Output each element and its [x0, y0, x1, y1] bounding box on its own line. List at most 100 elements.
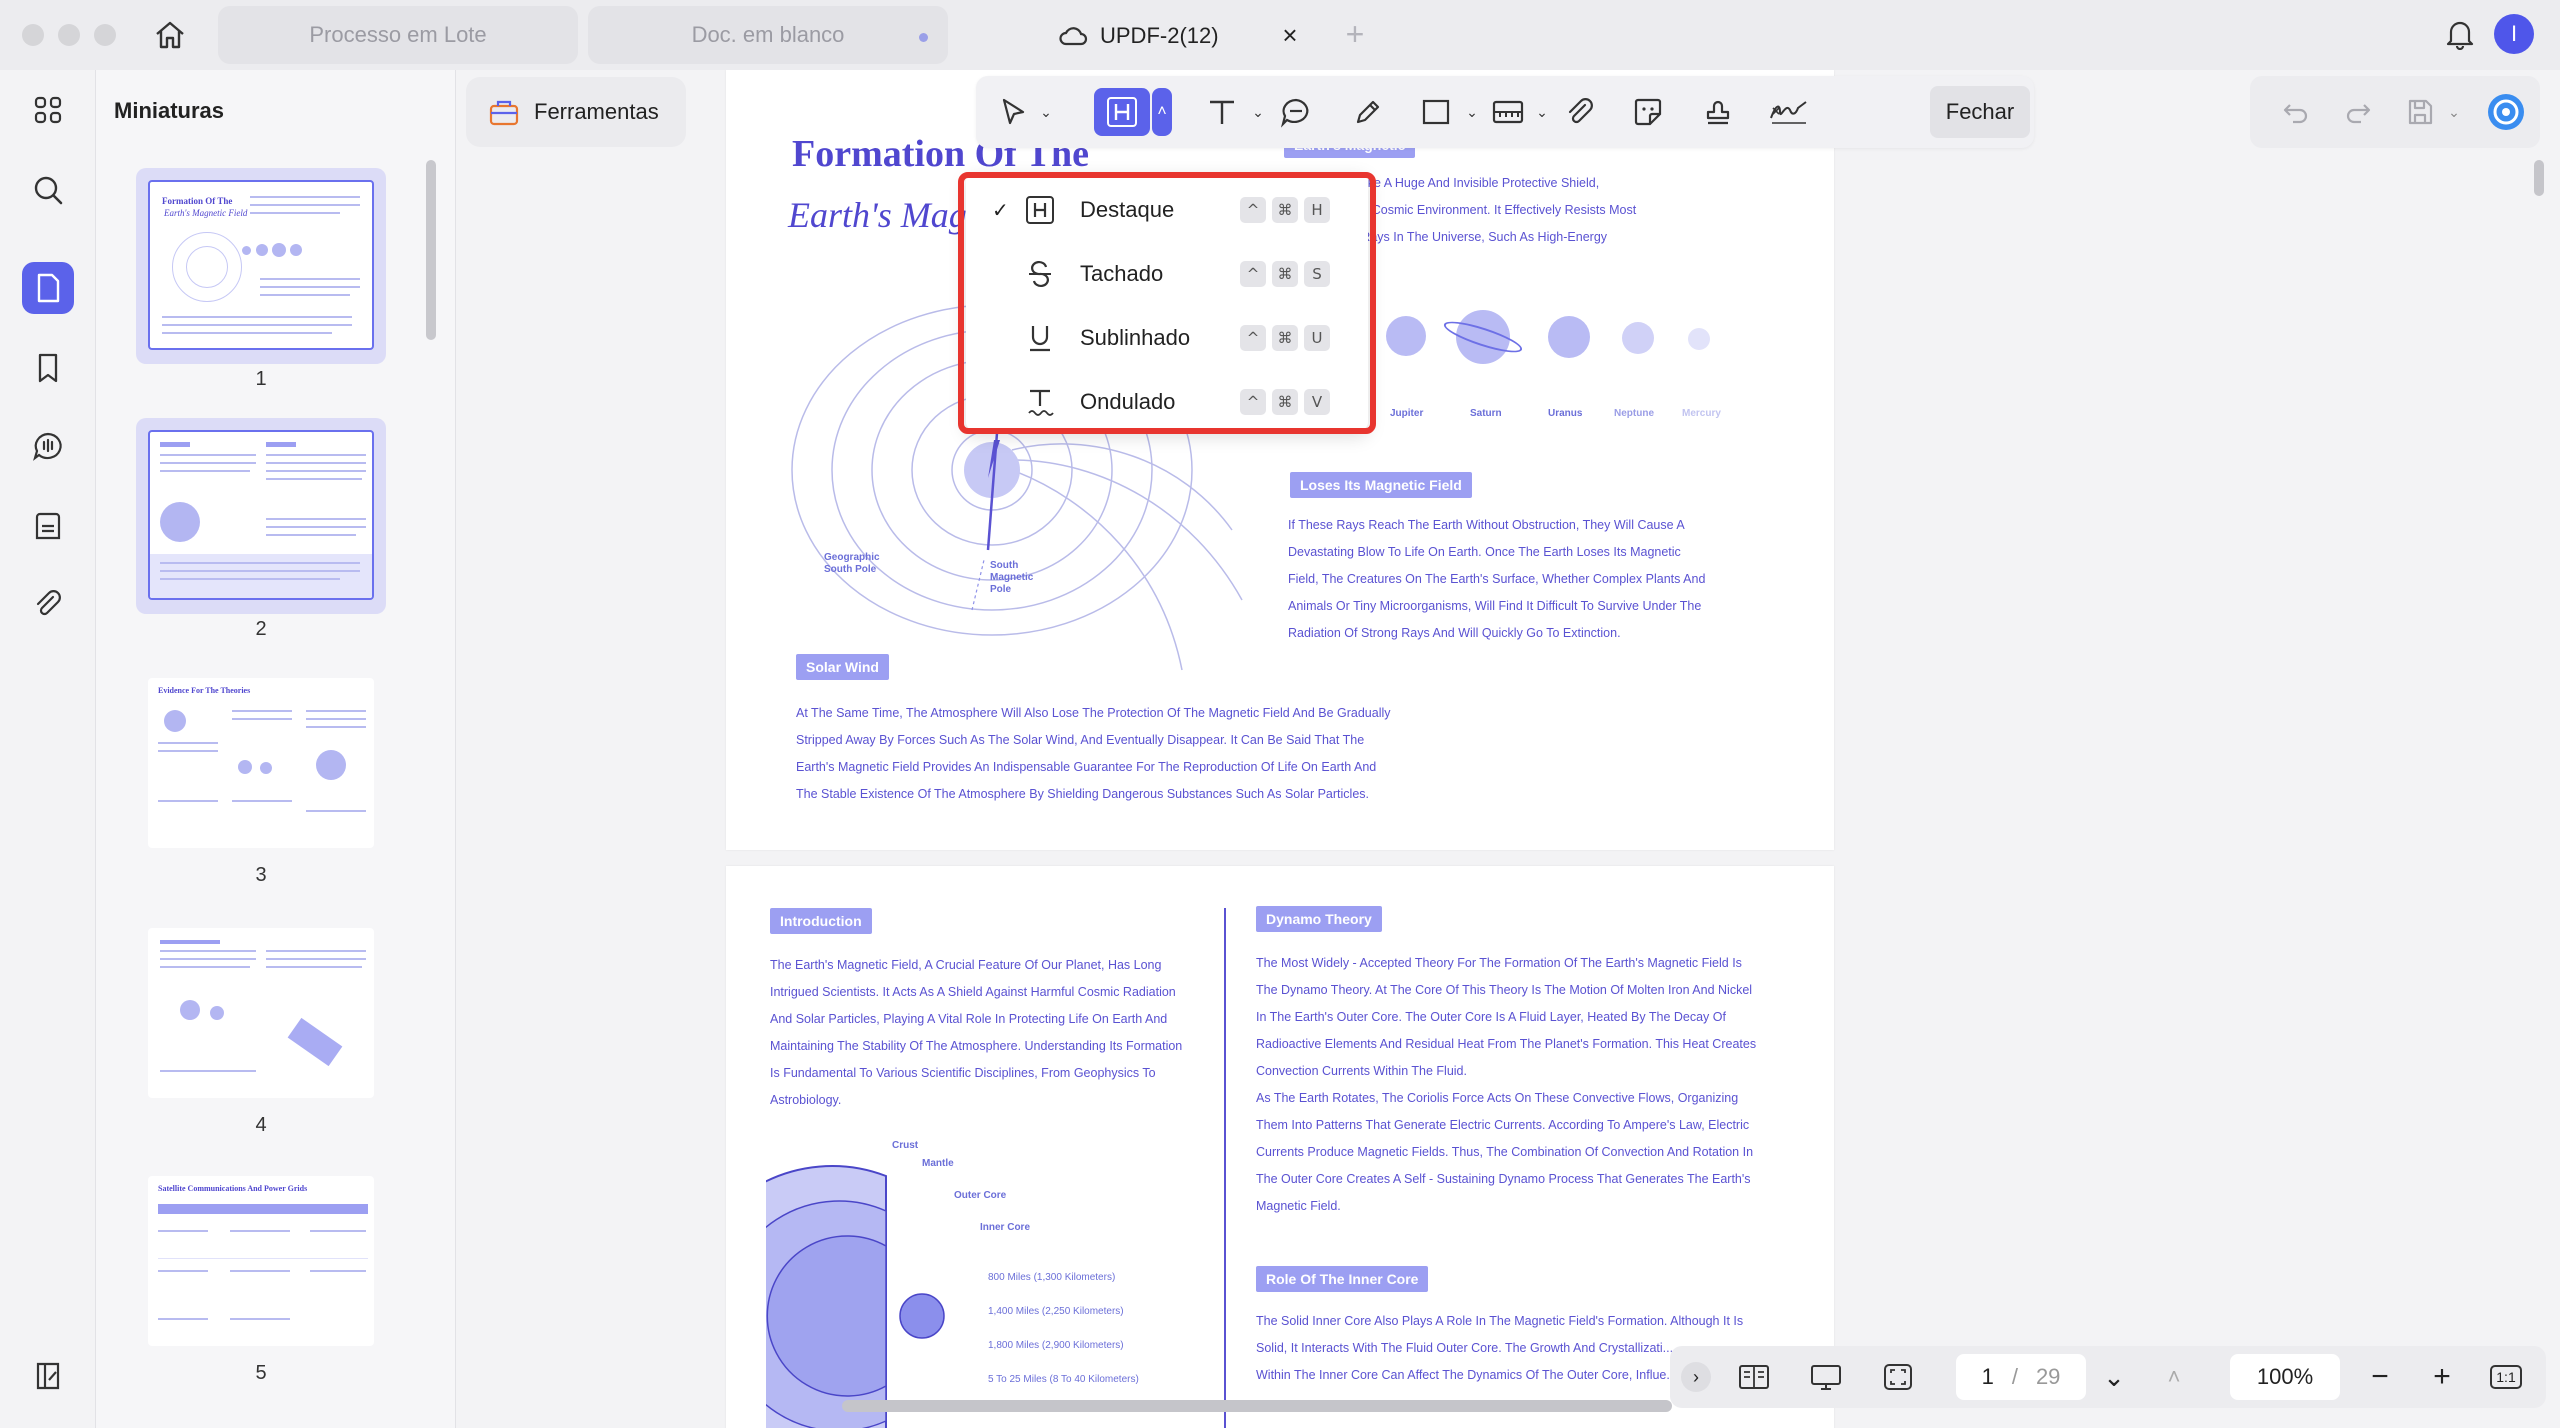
tools-button[interactable]: Ferramentas	[466, 77, 686, 147]
squiggly-underline-icon	[1024, 386, 1056, 418]
tab-label: Processo em Lote	[309, 22, 487, 47]
rail-search[interactable]	[22, 164, 74, 216]
tab-label: UPDF-2(12)	[1100, 23, 1219, 48]
shortcut-key: ⌘	[1272, 261, 1298, 287]
underline-icon	[1024, 322, 1056, 354]
page-layout-button[interactable]	[1732, 1358, 1776, 1396]
minus-icon: −	[2371, 1360, 2389, 1393]
window-zoom-button[interactable]	[94, 24, 116, 46]
text-line: Radioactive Elements And Residual Heat F…	[1256, 1037, 1757, 1051]
ai-assistant-button[interactable]	[2484, 88, 2528, 136]
window-minimize-button[interactable]	[58, 24, 80, 46]
new-tab-button[interactable]: +	[1335, 14, 1375, 54]
title-bar: Processo em Lote Doc. em blanco UPDF-2(1…	[0, 0, 2560, 70]
rail-attachments[interactable]	[22, 578, 74, 630]
chevron-down-icon: ⌄	[2103, 1361, 2125, 1392]
select-tool-dropdown[interactable]: ⌄	[1036, 88, 1056, 136]
document-canvas[interactable]: Formation Of The Earth's Magnetic Earth'…	[458, 70, 2558, 1428]
fit-page-button[interactable]	[1876, 1358, 1920, 1396]
undo-button[interactable]	[2276, 88, 2316, 136]
document-stack-icon	[35, 512, 61, 540]
pencil-tool-button[interactable]	[1346, 88, 1390, 136]
thumbnail-page-1[interactable]: Formation Of The Earth's Magnetic Field …	[136, 168, 386, 390]
text-T-icon	[1210, 100, 1234, 124]
shape-tool-dropdown[interactable]: ⌄	[1462, 88, 1482, 136]
rail-pages[interactable]	[22, 262, 74, 314]
thumbnail-page-4[interactable]: 4	[136, 916, 386, 1136]
actual-size-label: 1:1	[2490, 1365, 2522, 1389]
zoom-out-button[interactable]: −	[2360, 1358, 2400, 1396]
thumbnail-page-5[interactable]: Satellite Communications And Power Grids…	[136, 1164, 386, 1384]
menu-item-destaque[interactable]: ✓ Destaque ^ ⌘ H	[966, 178, 1368, 242]
tab-close-button[interactable]: ×	[1260, 6, 1320, 64]
text-line: The Dynamo Theory. At The Core Of This T…	[1256, 983, 1753, 997]
rail-apps[interactable]	[22, 84, 74, 136]
right-toolbar: ⌄	[2250, 76, 2540, 148]
rail-bookmarks[interactable]	[22, 342, 74, 394]
document-vertical-scrollbar[interactable]	[2534, 160, 2544, 196]
comment-tool-button[interactable]	[1274, 88, 1318, 136]
text-tool-button[interactable]	[1202, 88, 1242, 136]
user-avatar[interactable]: I	[2494, 14, 2534, 54]
text-line: And Solar Particles, Playing A Vital Rol…	[770, 1012, 1168, 1026]
save-dropdown[interactable]: ⌄	[2444, 88, 2464, 136]
text-tool-dropdown[interactable]: ⌄	[1248, 88, 1268, 136]
menu-item-tachado[interactable]: Tachado ^ ⌘ S	[966, 242, 1368, 306]
thumbnail-page-2[interactable]: 2	[136, 418, 386, 640]
comment-icon	[33, 432, 62, 461]
actual-size-button[interactable]: 1:1	[2482, 1358, 2530, 1396]
notifications-button[interactable]	[2440, 14, 2480, 54]
thumbnail-title: Satellite Communications And Power Grids	[158, 1184, 308, 1193]
text-line: At The Same Time, The Atmosphere Will Al…	[796, 706, 1391, 720]
collapse-bar-button[interactable]: ›	[1676, 1358, 1716, 1396]
sticker-tool-button[interactable]	[1626, 88, 1670, 136]
toolbox-icon	[489, 100, 519, 126]
text-line: Radiation Of Strong Rays And Will Quickl…	[1288, 626, 1621, 640]
select-tool-button[interactable]	[994, 88, 1034, 136]
layer-label: Outer Core	[954, 1190, 1007, 1201]
thumbnail-scrollbar[interactable]	[426, 160, 436, 340]
zoom-in-button[interactable]: +	[2422, 1358, 2462, 1396]
presentation-button[interactable]	[1804, 1358, 1848, 1396]
home-button[interactable]	[150, 16, 190, 54]
depth-label: 5 To 25 Miles (8 To 40 Kilometers)	[988, 1374, 1139, 1385]
menu-item-sublinhado[interactable]: Sublinhado ^ ⌘ U	[966, 306, 1368, 370]
tab-batch-process[interactable]: Processo em Lote	[218, 6, 578, 64]
close-toolbar-button[interactable]: Fechar	[1930, 86, 2030, 138]
stamp-tool-button[interactable]	[1696, 88, 1740, 136]
next-page-button[interactable]: ⌄	[2094, 1358, 2134, 1396]
attachment-tool-button[interactable]	[1558, 88, 1602, 136]
rail-comments[interactable]	[22, 420, 74, 472]
page-number-input[interactable]: 1 / 29	[1956, 1354, 2086, 1400]
section-tag-introduction: Introduction	[770, 908, 872, 934]
highlight-tool-button[interactable]	[1094, 88, 1150, 136]
ruler-icon	[1492, 100, 1524, 124]
signature-tool-button[interactable]	[1764, 88, 1814, 136]
rail-toggle-panel[interactable]	[22, 1350, 74, 1402]
zoom-level-input[interactable]: 100%	[2230, 1354, 2340, 1400]
window-close-button[interactable]	[22, 24, 44, 46]
tab-updf-document[interactable]: UPDF-2(12) ×	[1040, 6, 1320, 64]
redo-button[interactable]	[2338, 88, 2378, 136]
measure-tool-dropdown[interactable]: ⌄	[1532, 88, 1552, 136]
measure-tool-button[interactable]	[1486, 88, 1530, 136]
text-line: Animals Or Tiny Microorganisms, Will Fin…	[1288, 599, 1702, 613]
thumbnail-page-3[interactable]: Evidence For The Theories 3	[136, 666, 386, 886]
bell-icon	[2446, 21, 2474, 50]
highlight-tool-dropdown[interactable]: ˄	[1152, 88, 1172, 136]
thumbnail-image: Formation Of The Earth's Magnetic Field	[148, 180, 374, 350]
save-button[interactable]	[2400, 88, 2440, 136]
shape-tool-button[interactable]	[1414, 88, 1458, 136]
previous-page-button[interactable]: ˄	[2154, 1358, 2194, 1396]
shortcut-key: ^	[1240, 261, 1266, 287]
document-horizontal-scrollbar[interactable]	[842, 1400, 1672, 1412]
shortcut-key: ^	[1240, 325, 1266, 351]
tab-blank-doc[interactable]: Doc. em blanco	[588, 6, 948, 64]
shortcut-key: H	[1304, 197, 1330, 223]
menu-item-ondulado[interactable]: Ondulado ^ ⌘ V	[966, 370, 1368, 434]
thumbnail-number: 5	[255, 1362, 267, 1384]
strikethrough-icon	[1024, 258, 1056, 290]
depth-label: 800 Miles (1,300 Kilometers)	[988, 1272, 1116, 1283]
rail-attachments-doc[interactable]	[22, 500, 74, 552]
menu-item-label: Destaque	[1080, 197, 1175, 222]
